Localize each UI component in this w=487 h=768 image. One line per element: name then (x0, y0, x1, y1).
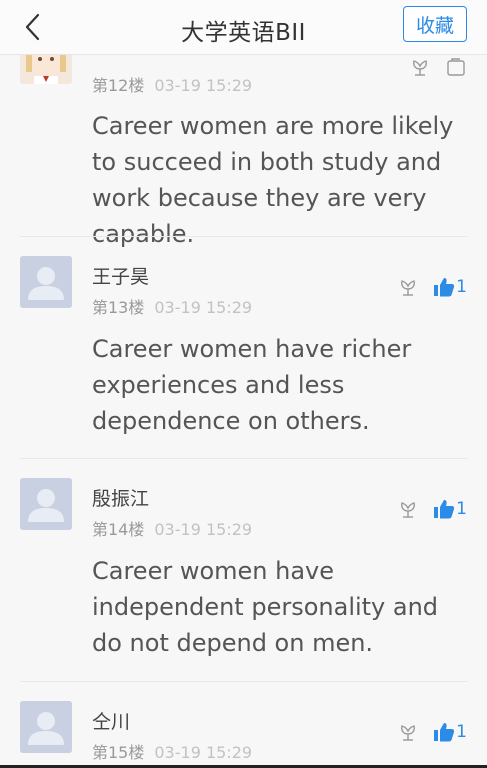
avatar[interactable] (20, 256, 72, 308)
floor-number: 第15楼 (92, 743, 145, 762)
divider (20, 236, 467, 237)
thumbs-up-icon (434, 278, 455, 297)
reply-time: 03-19 15:29 (154, 76, 253, 95)
floor-number: 第14楼 (92, 520, 145, 539)
reply-meta: 第14楼 03-19 15:29 (92, 516, 252, 540)
like-count: 1 (456, 722, 467, 742)
reply-time: 03-19 15:29 (154, 743, 253, 762)
reply-actions: 1 (397, 721, 467, 743)
avatar[interactable] (20, 478, 72, 530)
top-nav-bar: 大学英语BII 收藏 (0, 0, 487, 55)
like-button[interactable]: 1 (433, 721, 467, 743)
reply-actions: 1 (397, 276, 467, 298)
flower-icon[interactable] (397, 498, 419, 520)
reply-time: 03-19 15:29 (154, 298, 253, 317)
reply-meta: 第15楼 03-19 15:29 (92, 739, 252, 763)
thumbs-up-icon (434, 723, 455, 742)
thumbs-up-icon (434, 500, 455, 519)
reply-meta: 第12楼 03-19 15:29 (92, 72, 252, 96)
like-count: 1 (456, 499, 467, 519)
like-count: 1 (456, 277, 467, 297)
flower-icon[interactable] (409, 56, 431, 78)
like-button[interactable]: 1 (433, 498, 467, 520)
author-name[interactable]: 王子昊 (92, 262, 149, 289)
divider (20, 458, 467, 459)
reply-actions: 1 (397, 498, 467, 520)
floor-number: 第12楼 (92, 76, 145, 95)
reply-content: Career women are more likely to succeed … (92, 112, 454, 248)
reply-content: Career women have richer experiences and… (92, 335, 412, 435)
reply-content: Career women have independent personalit… (92, 557, 439, 657)
like-button[interactable]: 1 (433, 276, 467, 298)
author-name[interactable]: 殷振江 (92, 484, 149, 511)
floor-number: 第13楼 (92, 298, 145, 317)
flower-icon[interactable] (397, 276, 419, 298)
reply-time: 03-19 15:29 (154, 520, 253, 539)
reply-actions (409, 56, 467, 78)
author-name[interactable]: 仝川 (92, 707, 130, 734)
reply-meta: 第13楼 03-19 15:29 (92, 294, 252, 318)
avatar[interactable] (20, 701, 72, 753)
reply-icon[interactable] (445, 56, 467, 78)
favorite-button[interactable]: 收藏 (403, 6, 467, 42)
divider (20, 681, 467, 682)
flower-icon[interactable] (397, 721, 419, 743)
